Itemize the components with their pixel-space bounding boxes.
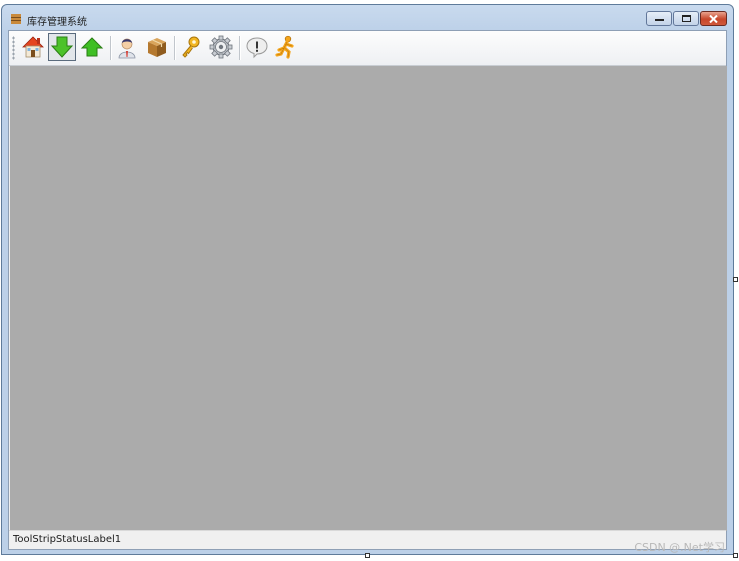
home-icon — [22, 36, 44, 58]
close-button[interactable] — [700, 11, 727, 26]
caption-buttons — [645, 11, 727, 26]
alert-bubble-icon — [246, 37, 268, 59]
window-title: 库存管理系统 — [27, 17, 87, 28]
toolbar-key-button[interactable] — [177, 33, 205, 61]
toolbar-separator — [174, 36, 176, 60]
minimize-button[interactable] — [646, 11, 672, 26]
watermark: CSDN @.Net学习 — [634, 541, 725, 554]
title-bar[interactable]: 库存管理系统 — [2, 5, 733, 31]
maximize-button[interactable] — [673, 11, 699, 26]
arrow-up-icon — [80, 37, 104, 57]
running-man-icon — [275, 35, 294, 59]
main-window: 库存管理系统 ToolStripStatusLabel1 — [1, 4, 734, 555]
package-box-icon — [148, 38, 166, 57]
toolbar-package-button[interactable] — [143, 33, 171, 61]
app-icon — [11, 14, 21, 24]
toolstrip — [9, 31, 726, 66]
toolbar-separator — [239, 36, 241, 60]
toolbar-settings-button[interactable] — [207, 33, 235, 61]
user-icon — [118, 38, 136, 59]
status-strip: ToolStripStatusLabel1 — [9, 530, 726, 549]
toolbar-user-button[interactable] — [113, 33, 141, 61]
maximize-icon — [681, 15, 691, 22]
resize-handle-right[interactable] — [733, 277, 738, 282]
status-label: ToolStripStatusLabel1 — [13, 534, 122, 545]
toolbar-exit-button[interactable] — [273, 33, 301, 61]
key-icon — [182, 36, 200, 58]
resize-handle-bottom[interactable] — [365, 553, 370, 558]
minimize-icon — [654, 18, 664, 21]
toolbar-separator — [110, 36, 112, 60]
arrow-down-icon — [50, 36, 74, 58]
toolbar-upload-button[interactable] — [78, 33, 106, 61]
client-area: ToolStripStatusLabel1 — [8, 30, 727, 550]
gear-icon — [209, 35, 233, 59]
toolbar-alert-button[interactable] — [243, 33, 271, 61]
toolbar-download-button[interactable] — [48, 33, 76, 61]
mdi-client-area[interactable] — [10, 66, 727, 531]
toolstrip-grip[interactable] — [12, 36, 15, 60]
close-icon — [709, 14, 718, 23]
toolbar-home-button[interactable] — [19, 33, 47, 61]
resize-handle-corner[interactable] — [733, 553, 738, 558]
